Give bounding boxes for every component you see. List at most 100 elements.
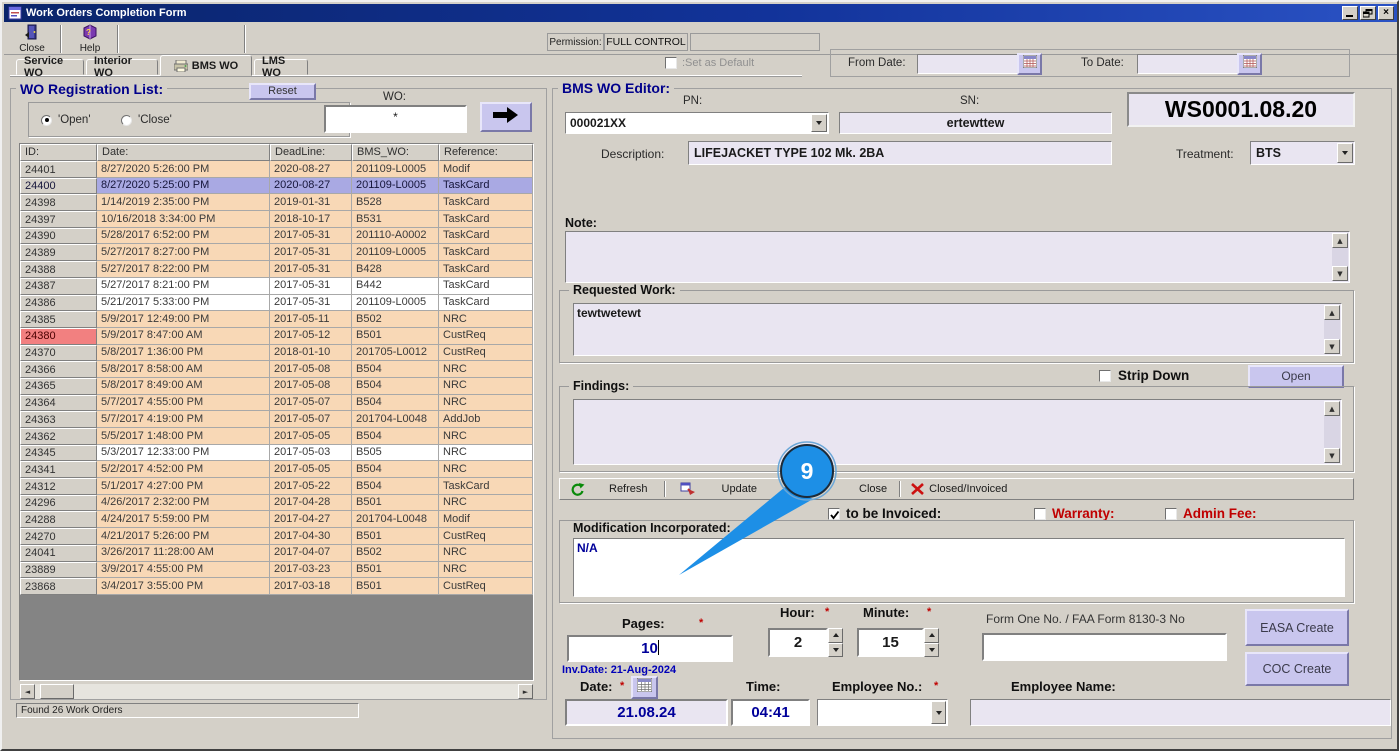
table-row[interactable]: 24041 3/26/2017 11:28:00 AM 2017-04-07 B502…	[20, 544, 533, 562]
table-row[interactable]: 24296 4/26/2017 2:32:00 PM 2017-04-28 B501 N…	[20, 494, 533, 512]
minimize-button[interactable]	[1342, 6, 1358, 20]
time-input[interactable]: 04:41	[731, 699, 810, 726]
findings-scrollbar[interactable]: ▲ ▼	[1324, 401, 1340, 463]
chevron-down-icon[interactable]	[931, 701, 946, 724]
from-date-calendar-button[interactable]	[1017, 53, 1042, 75]
table-row[interactable]: 24365 5/8/2017 8:49:00 AM 2017-05-08 B504 NR…	[20, 377, 533, 395]
scroll-up-arrow-icon[interactable]: ▲	[1332, 233, 1348, 248]
red-x-icon[interactable]	[911, 483, 925, 495]
wo-go-button[interactable]	[480, 102, 532, 132]
table-row[interactable]: 23868 3/4/2017 3:55:00 PM 2017-03-18 B501 Cu…	[20, 578, 533, 595]
warranty[interactable]: Warranty:	[1034, 506, 1115, 521]
table-hscrollbar[interactable]: ◄ ►	[20, 684, 533, 699]
spin-up-button[interactable]	[828, 628, 843, 643]
closed-invoiced-button[interactable]: Closed/Invoiced	[929, 483, 1007, 495]
table-row[interactable]: 24385 5/9/2017 12:49:00 PM 2017-05-11 B502 N…	[20, 311, 533, 328]
pn-combobox[interactable]: 000021XX	[565, 112, 829, 134]
findings-textarea[interactable]: ▲ ▼	[573, 399, 1342, 465]
date-calendar-button[interactable]	[631, 676, 658, 699]
close-window-button[interactable]: ×	[1378, 6, 1394, 20]
tab-interior-wo[interactable]: Interior WO	[86, 55, 158, 79]
scroll-up-arrow-icon[interactable]: ▲	[1324, 305, 1340, 320]
scroll-right-arrow-icon[interactable]: ►	[518, 684, 533, 699]
table-row[interactable]: 24312 5/1/2017 4:27:00 PM 2017-05-22 B504 Ta…	[20, 478, 533, 495]
table-row[interactable]: 24398 1/14/2019 2:35:00 PM 2019-01-31 B528 T…	[20, 194, 533, 212]
table-row[interactable]: 24397 10/16/2018 3:34:00 PM 2018-10-17 B531…	[20, 211, 533, 228]
admin-fee-checkbox[interactable]	[1165, 507, 1177, 520]
treatment-combobox[interactable]: BTS	[1250, 141, 1355, 165]
easa-create-button[interactable]: EASA Create	[1245, 609, 1349, 646]
to-be-invoiced-checkbox[interactable]	[828, 507, 840, 520]
scrollbar-thumb[interactable]	[40, 684, 74, 699]
scroll-down-arrow-icon[interactable]: ▼	[1324, 339, 1340, 354]
note-scrollbar[interactable]: ▲ ▼	[1332, 233, 1348, 281]
description-field[interactable]: LIFEJACKET TYPE 102 Mk. 2BA	[688, 141, 1112, 165]
table-row[interactable]: 24386 5/21/2017 5:33:00 PM 2017-05-31 20110…	[20, 294, 533, 312]
tab-lms-wo[interactable]: LMS WO	[254, 55, 308, 79]
spin-down-button[interactable]	[924, 642, 939, 657]
strip-down[interactable]: Strip Down	[1099, 368, 1189, 383]
set-as-default-checkbox[interactable]	[665, 57, 677, 69]
pages-input[interactable]: 10	[567, 635, 733, 662]
note-textarea[interactable]: ▲ ▼	[565, 231, 1350, 283]
table-row[interactable]: 24387 5/27/2017 8:21:00 PM 2017-05-31 B442 T…	[20, 277, 533, 295]
minute-input[interactable]: 15	[857, 628, 924, 657]
table-row[interactable]: 24401 8/27/2020 5:26:00 PM 2020-08-27 20110…	[20, 161, 533, 178]
refresh-button[interactable]: Refresh	[609, 483, 648, 495]
update-icon[interactable]	[680, 482, 696, 496]
column-header[interactable]: DeadLine:	[270, 144, 352, 161]
table-row[interactable]: 24270 4/21/2017 5:26:00 PM 2017-04-30 B501 C…	[20, 528, 533, 545]
to-be-invoiced[interactable]: to be Invoiced:	[828, 506, 941, 521]
radio-close-circle[interactable]	[121, 114, 132, 126]
close-wo-button[interactable]: Close	[859, 483, 887, 495]
scroll-up-arrow-icon[interactable]: ▲	[1324, 401, 1340, 416]
date-input[interactable]: 21.08.24	[565, 699, 728, 726]
table-row[interactable]: 24363 5/7/2017 4:19:00 PM 2017-05-07 201704…	[20, 411, 533, 428]
restore-button[interactable]	[1360, 6, 1376, 20]
modification-textarea[interactable]: N/A	[573, 538, 1345, 597]
strip-down-checkbox[interactable]	[1099, 369, 1111, 382]
requested-work-scrollbar[interactable]: ▲ ▼	[1324, 305, 1340, 354]
form-one-input[interactable]	[982, 633, 1227, 661]
refresh-icon[interactable]	[570, 482, 585, 496]
table-row[interactable]: 24400 8/27/2020 5:25:00 PM 2020-08-27 20110…	[20, 177, 533, 195]
chevron-down-icon[interactable]	[1337, 143, 1353, 163]
hour-input[interactable]: 2	[768, 628, 828, 657]
to-date-calendar-button[interactable]	[1237, 53, 1262, 75]
table-row[interactable]: 24341 5/2/2017 4:52:00 PM 2017-05-05 B504 NR…	[20, 461, 533, 479]
open-button[interactable]: Open	[1248, 365, 1344, 388]
warranty-checkbox[interactable]	[1034, 507, 1046, 520]
close-form-button[interactable]: Close	[8, 23, 56, 54]
column-header[interactable]: BMS_WO:	[352, 144, 439, 161]
minute-spinner[interactable]	[924, 628, 939, 657]
table-row[interactable]: 24388 5/27/2017 8:22:00 PM 2017-05-31 B428 T…	[20, 261, 533, 278]
chevron-down-icon[interactable]	[811, 114, 827, 132]
set-as-default[interactable]: :Set as Default	[665, 57, 754, 69]
table-row[interactable]: 24288 4/24/2017 5:59:00 PM 2017-04-27 20170…	[20, 511, 533, 529]
admin-fee[interactable]: Admin Fee:	[1165, 506, 1257, 521]
tab-service-wo[interactable]: Service WO	[16, 55, 84, 79]
employee-no-combobox[interactable]	[817, 699, 948, 726]
table-row[interactable]: 24370 5/8/2017 1:36:00 PM 2018-01-10 201705…	[20, 344, 533, 362]
update-button[interactable]: Update	[722, 483, 757, 495]
radio-open[interactable]: 'Open'	[41, 114, 91, 126]
table-row[interactable]: 24345 5/3/2017 12:33:00 PM 2017-05-03 B505 N…	[20, 444, 533, 462]
sn-field[interactable]: ertewttew	[839, 112, 1112, 134]
requested-work-textarea[interactable]: tewtwetewt ▲ ▼	[573, 303, 1342, 356]
coc-create-button[interactable]: COC Create	[1245, 652, 1349, 686]
table-row[interactable]: 24362 5/5/2017 1:48:00 PM 2017-05-05 B504 NR…	[20, 428, 533, 445]
scroll-down-arrow-icon[interactable]: ▼	[1332, 266, 1348, 281]
table-row[interactable]: 24364 5/7/2017 4:55:00 PM 2017-05-07 B504 NR…	[20, 394, 533, 412]
column-header[interactable]: ID:	[20, 144, 97, 161]
scroll-left-arrow-icon[interactable]: ◄	[20, 684, 35, 699]
table-row[interactable]: 24389 5/27/2017 8:27:00 PM 2017-05-31 20110…	[20, 244, 533, 262]
reset-button[interactable]: Reset	[249, 83, 316, 100]
radio-close[interactable]: 'Close'	[121, 114, 172, 126]
wo-search-input[interactable]: *	[324, 105, 467, 133]
table-row[interactable]: 24366 5/8/2017 8:58:00 AM 2017-05-08 B504 NR…	[20, 361, 533, 378]
table-row[interactable]: 24380 5/9/2017 8:47:00 AM 2017-05-12 B501 Cu…	[20, 327, 533, 345]
tab-bms-wo[interactable]: BMS WO	[160, 55, 252, 76]
table-row[interactable]: 23889 3/9/2017 4:55:00 PM 2017-03-23 B501 NR…	[20, 561, 533, 579]
column-header[interactable]: Date:	[97, 144, 270, 161]
table-row[interactable]: 24390 5/28/2017 6:52:00 PM 2017-05-31 20111…	[20, 227, 533, 245]
